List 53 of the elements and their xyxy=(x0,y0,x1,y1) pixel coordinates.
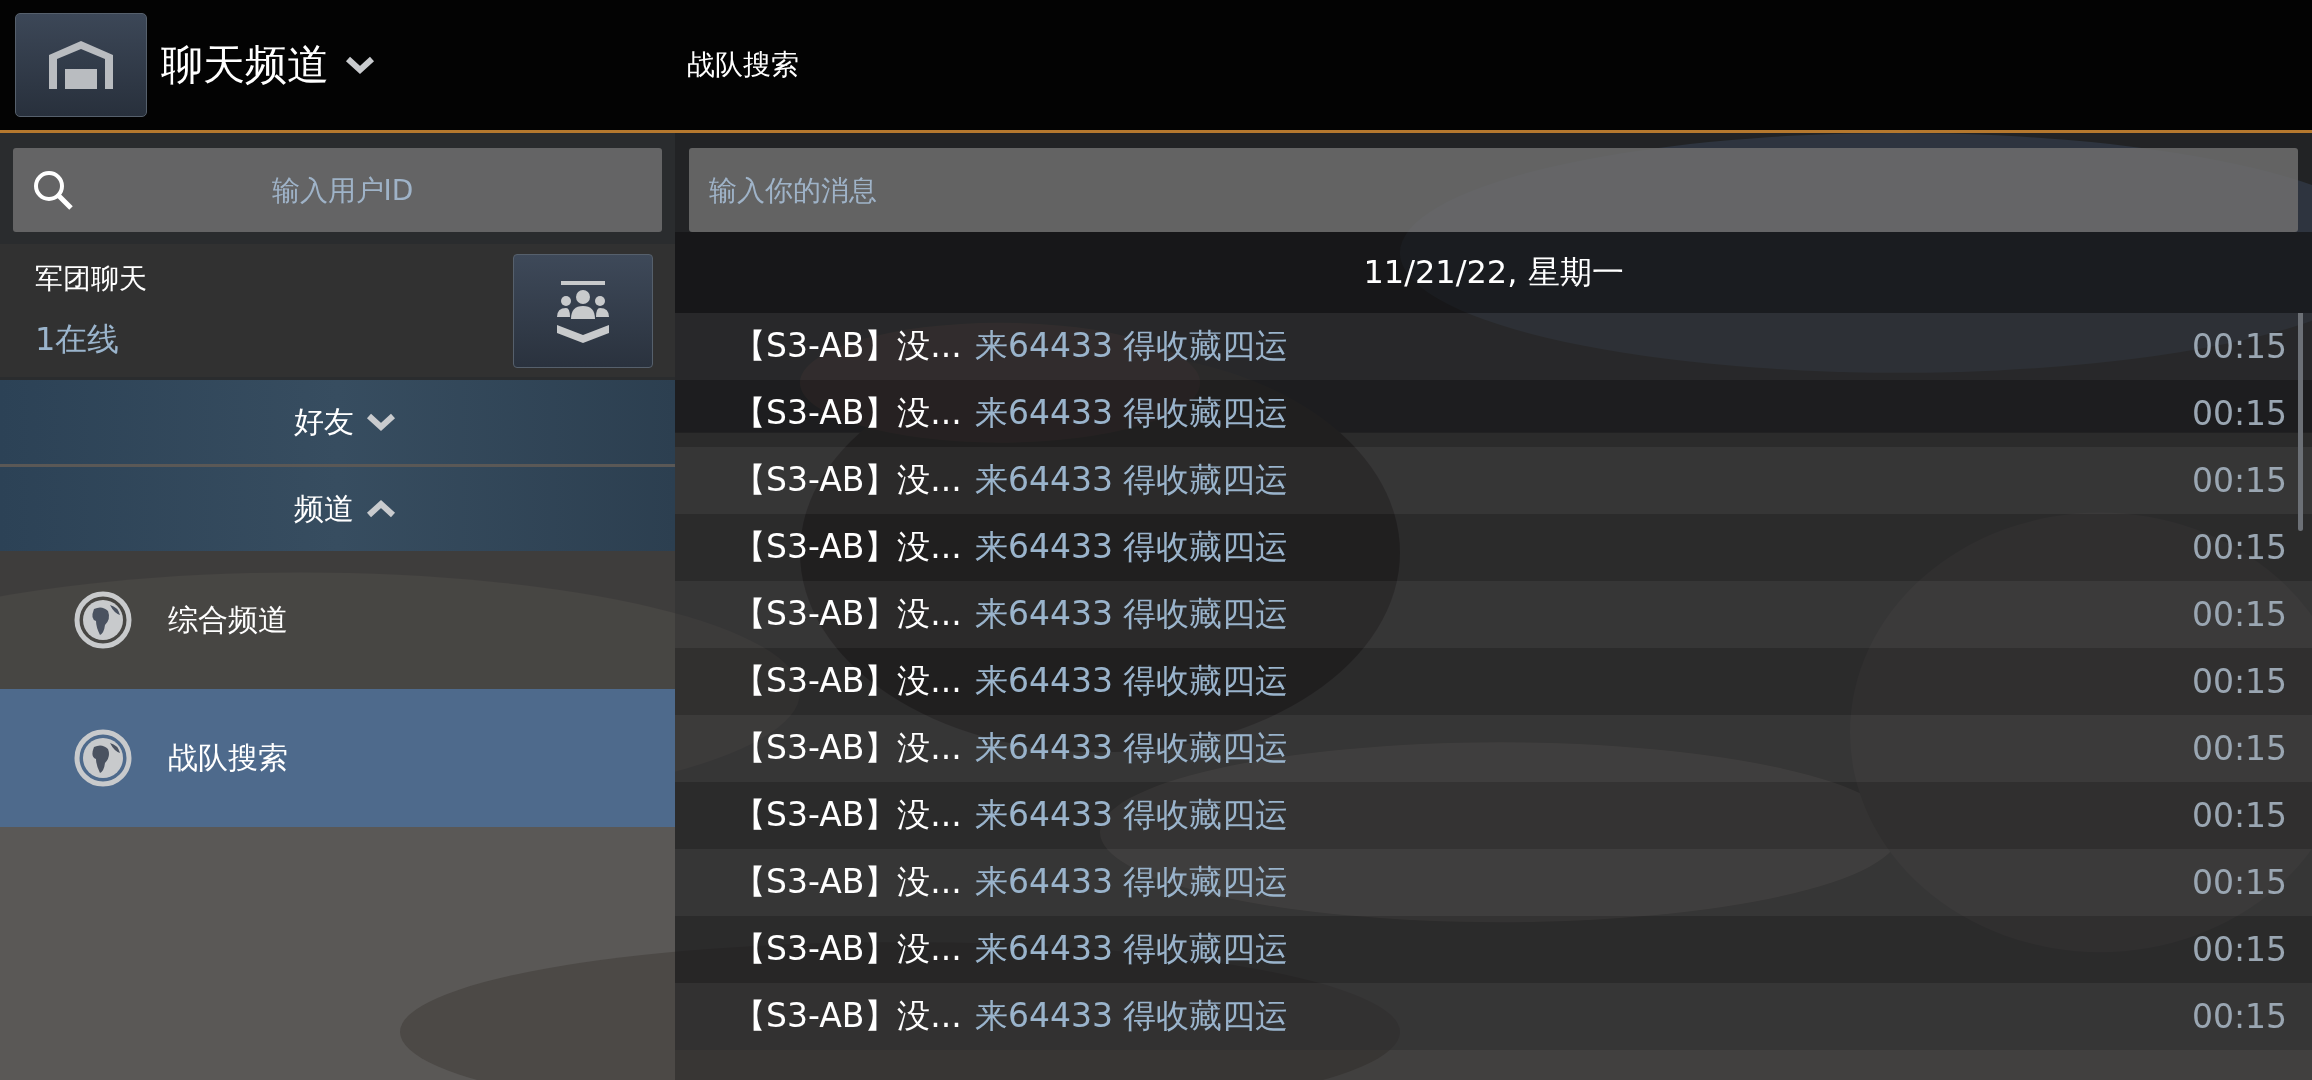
channel-dropdown[interactable]: 聊天频道 xyxy=(161,37,375,93)
user-id-search-field[interactable]: 输入用户ID xyxy=(13,148,662,232)
message-sender: 【S3-AB】没... xyxy=(733,928,963,970)
globe-icon xyxy=(74,729,132,787)
message-input-field[interactable]: 输入你的消息 xyxy=(689,148,2298,232)
message-text: 来64433 得收藏四运 xyxy=(975,325,1290,367)
message-sender: 【S3-AB】没... xyxy=(733,861,963,903)
message-time: 00:15 xyxy=(2191,528,2287,567)
message-time: 00:15 xyxy=(2191,729,2287,768)
message-text: 来64433 得收藏四运 xyxy=(975,861,1290,903)
globe-icon xyxy=(74,591,132,649)
message-sender: 【S3-AB】没... xyxy=(733,794,963,836)
message-sender: 【S3-AB】没... xyxy=(733,526,963,568)
message-time: 00:15 xyxy=(2191,796,2287,835)
search-icon xyxy=(31,168,75,212)
scrollbar[interactable] xyxy=(2298,313,2303,531)
message-time: 00:15 xyxy=(2191,930,2287,969)
message-text: 来64433 得收藏四运 xyxy=(975,995,1290,1037)
message-time: 00:15 xyxy=(2191,595,2287,634)
online-count: 1在线 xyxy=(35,318,121,360)
legion-chat-label: 军团聊天 xyxy=(35,260,147,297)
message-time: 00:15 xyxy=(2191,461,2287,500)
channel-item[interactable]: 综合频道 xyxy=(0,551,675,689)
message-text: 来64433 得收藏四运 xyxy=(975,727,1290,769)
legion-button[interactable] xyxy=(513,253,653,368)
message-time: 00:15 xyxy=(2191,662,2287,701)
chevron-down-icon xyxy=(365,412,396,432)
message-time: 00:15 xyxy=(2191,863,2287,902)
message-sender: 【S3-AB】没... xyxy=(733,593,963,635)
message-time: 00:15 xyxy=(2191,997,2287,1036)
message-time: 00:15 xyxy=(2191,394,2287,433)
section-header[interactable]: 频道 xyxy=(0,467,675,551)
message-sender: 【S3-AB】没... xyxy=(733,325,963,367)
message-text: 来64433 得收藏四运 xyxy=(975,526,1290,568)
message-text: 来64433 得收藏四运 xyxy=(975,660,1290,702)
message-text: 来64433 得收藏四运 xyxy=(975,794,1290,836)
message-sender: 【S3-AB】没... xyxy=(733,392,963,434)
section-header[interactable]: 好友 xyxy=(0,380,675,464)
chevron-up-icon xyxy=(365,499,396,519)
message-time: 00:15 xyxy=(2191,327,2287,366)
chevron-down-icon xyxy=(345,55,375,75)
message-text: 来64433 得收藏四运 xyxy=(975,593,1290,635)
message-text: 来64433 得收藏四运 xyxy=(975,459,1290,501)
channel-item[interactable]: 战队搜索 xyxy=(0,689,675,827)
message-text: 来64433 得收藏四运 xyxy=(975,928,1290,970)
message-text: 来64433 得收藏四运 xyxy=(975,392,1290,434)
message-sender: 【S3-AB】没... xyxy=(733,995,963,1037)
current-channel-title: 战队搜索 xyxy=(687,47,799,83)
message-sender: 【S3-AB】没... xyxy=(733,727,963,769)
message-sender: 【S3-AB】没... xyxy=(733,459,963,501)
date-separator: 11/21/22, 星期一 xyxy=(675,232,2312,313)
message-sender: 【S3-AB】没... xyxy=(733,660,963,702)
home-button[interactable] xyxy=(15,13,147,117)
